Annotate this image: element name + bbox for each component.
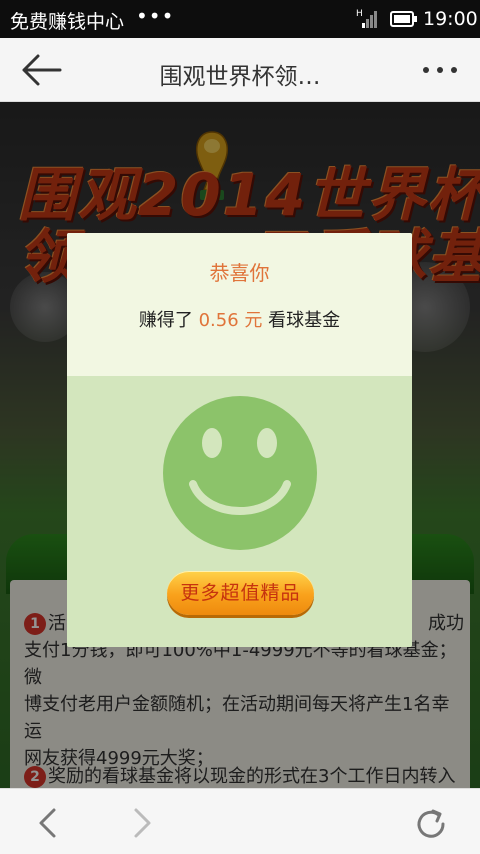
dialog-header: 恭喜你 赚得了 0.56 元 看球基金 (67, 233, 412, 376)
status-time: 19:00 (423, 8, 478, 30)
network-type-label: H (356, 9, 363, 19)
reward-dialog: 恭喜你 赚得了 0.56 元 看球基金 更多超值精品 (67, 233, 412, 647)
battery-icon (390, 11, 417, 27)
status-bar: 免费赚钱中心 ••• H 19:00 (0, 0, 480, 38)
smiley-face-icon (163, 396, 317, 550)
dialog-message-prefix: 赚得了 (138, 310, 193, 331)
page-title: 围观世界杯领… (159, 64, 321, 90)
status-notification-dots: ••• (136, 4, 175, 28)
dialog-message-suffix: 看球基金 (268, 310, 341, 331)
dialog-message: 赚得了 0.56 元 看球基金 (67, 306, 412, 332)
bottom-toolbar (0, 788, 480, 854)
status-app-name: 免费赚钱中心 (10, 11, 125, 33)
signal-icon: H (356, 9, 377, 28)
refresh-icon[interactable] (414, 807, 448, 841)
chevron-right-icon[interactable] (130, 807, 154, 839)
chevron-left-icon[interactable] (36, 807, 60, 839)
back-arrow-icon[interactable] (20, 52, 62, 88)
reward-amount: 0.56 元 (198, 310, 263, 331)
nav-bar: 围观世界杯领… (0, 38, 480, 102)
dialog-title: 恭喜你 (209, 261, 270, 285)
more-dots-icon[interactable] (420, 62, 460, 78)
more-deals-button[interactable]: 更多超值精品 (167, 571, 314, 615)
